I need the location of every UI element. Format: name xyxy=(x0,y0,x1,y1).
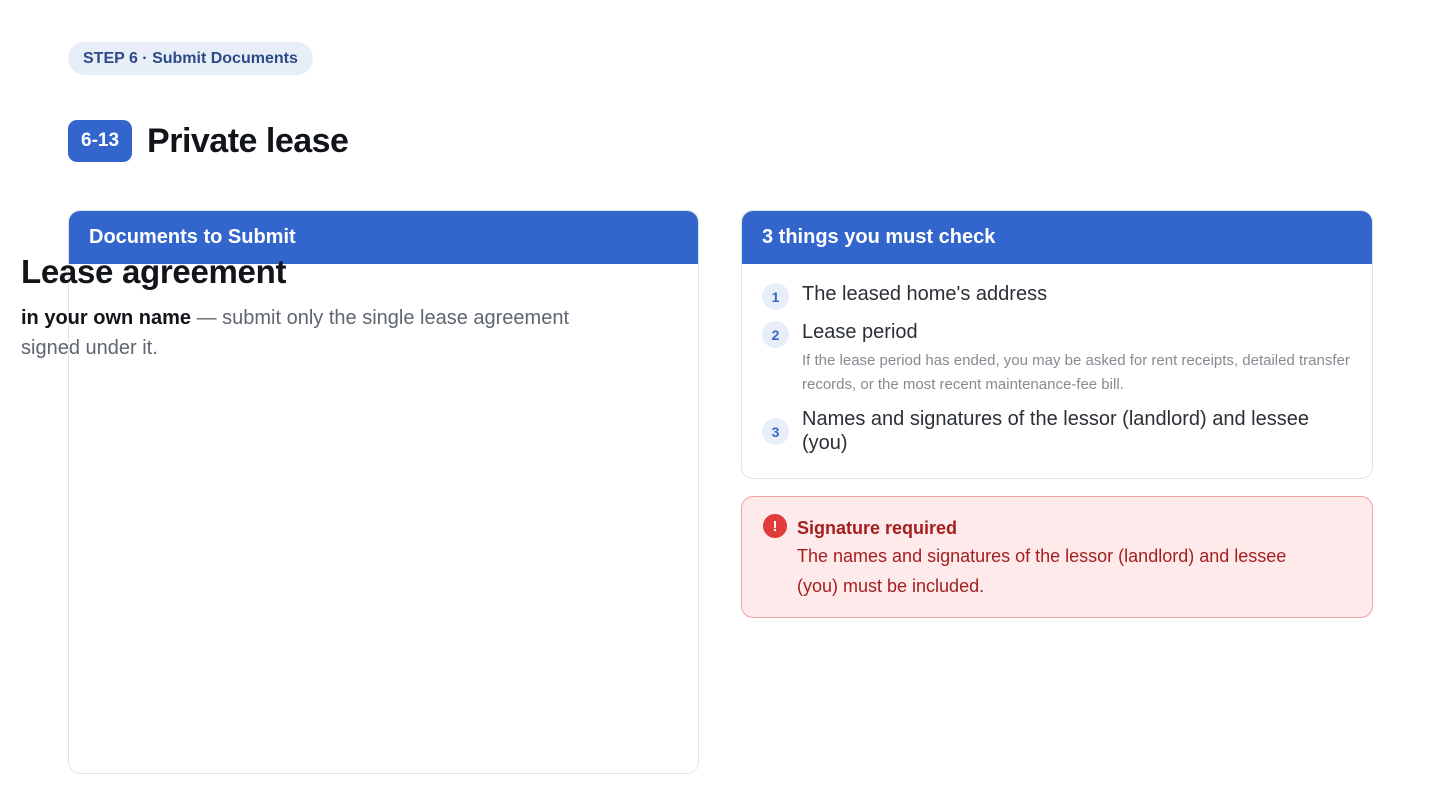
check-number: 2 xyxy=(762,321,789,348)
document-description: in your own name — submit only the singl… xyxy=(21,303,601,363)
checks-card-header: 3 things you must check xyxy=(742,211,1372,264)
check-item-2: 2 Lease period If the lease period has e… xyxy=(762,320,1352,397)
check-item-note: If the lease period has ended, you may b… xyxy=(802,352,1350,393)
check-list: 1 The leased home's address 2 Lease peri… xyxy=(742,264,1372,455)
alert-text: The names and signatures of the lessor (… xyxy=(797,546,1287,596)
check-item-1: 1 The leased home's address xyxy=(762,282,1352,310)
documents-card-body: Lease agreement in your own name — submi… xyxy=(21,253,601,363)
page-heading: 6-13 Private lease xyxy=(68,120,349,162)
checks-card: 3 things you must check 1 The leased hom… xyxy=(741,210,1373,479)
document-emphasis: in your own name xyxy=(21,307,192,329)
signature-alert: ! Signature required The names and signa… xyxy=(741,496,1373,618)
step-badge: STEP 6 · Submit Documents xyxy=(68,42,313,75)
check-item-text: Lease period xyxy=(802,321,918,343)
check-item-text: Names and signatures of the lessor (land… xyxy=(802,408,1309,454)
check-number: 1 xyxy=(762,283,789,310)
check-item-text: The leased home's address xyxy=(802,283,1048,305)
section-code-badge: 6-13 xyxy=(68,120,133,162)
alert-title: Signature required xyxy=(797,518,958,538)
check-number: 3 xyxy=(762,418,789,445)
page-title: Private lease xyxy=(147,121,349,160)
document-title: Lease agreement xyxy=(21,253,287,290)
check-item-3: 3 Names and signatures of the lessor (la… xyxy=(762,407,1352,455)
exclamation-circle-icon: ! xyxy=(763,514,787,538)
